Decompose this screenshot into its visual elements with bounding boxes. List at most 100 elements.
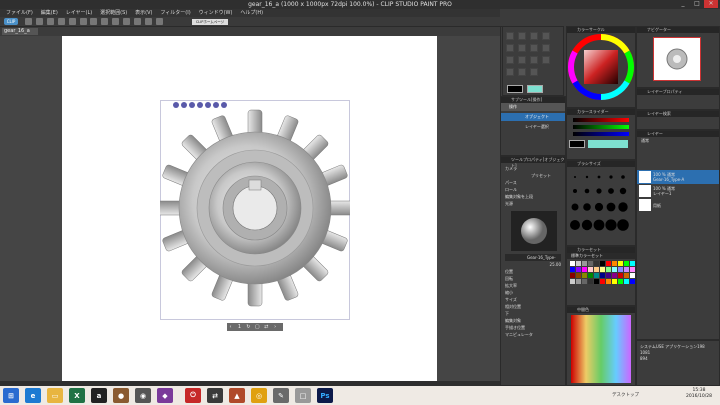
gear-model[interactable]: [156, 108, 354, 318]
clear-icon[interactable]: [79, 18, 87, 25]
color-swatch[interactable]: [582, 267, 587, 272]
layer-blend-mode[interactable]: 通常: [637, 137, 719, 144]
share-icon[interactable]: ⇄: [207, 388, 223, 403]
prev-icon[interactable]: ‹: [227, 323, 234, 331]
main-color-swatch[interactable]: [507, 85, 523, 93]
slider-sub-color[interactable]: [588, 140, 628, 148]
document-tab[interactable]: gear_16_a: [2, 28, 38, 35]
tool-b-icon[interactable]: [518, 32, 526, 40]
color-swatch[interactable]: [570, 273, 575, 278]
prop-below[interactable]: 下: [505, 310, 561, 317]
next-icon[interactable]: ›: [272, 323, 279, 331]
app4-icon[interactable]: □: [295, 388, 311, 403]
color-swatch[interactable]: [600, 273, 605, 278]
color-swatch[interactable]: [588, 261, 593, 266]
layer-row[interactable]: 100 % 通常 レイヤー1: [637, 184, 719, 198]
rotate-icon[interactable]: ↻: [245, 323, 252, 331]
menu-help[interactable]: ヘルプ(H): [240, 9, 263, 17]
tool-a-icon[interactable]: [506, 32, 514, 40]
menu-filter[interactable]: フィルター(I): [160, 9, 190, 17]
color-swatch[interactable]: [606, 273, 611, 278]
color-swatch[interactable]: [618, 261, 623, 266]
tool-m-icon[interactable]: [506, 68, 514, 76]
prop-scale[interactable]: 拡大率: [505, 282, 561, 289]
intermediate-grid[interactable]: [571, 315, 631, 383]
color-swatch[interactable]: [594, 261, 599, 266]
brush-size-grid[interactable]: [567, 167, 635, 245]
op-item-object[interactable]: オブジェクト: [501, 113, 565, 121]
clip-logo[interactable]: CLIP: [4, 18, 18, 25]
color-swatch[interactable]: [606, 267, 611, 272]
color-swatch[interactable]: [594, 273, 599, 278]
tool-o-icon[interactable]: [530, 68, 538, 76]
maximize-button[interactable]: □: [690, 0, 704, 8]
color-swatch[interactable]: [624, 273, 629, 278]
color-swatch[interactable]: [600, 267, 605, 272]
menu-file[interactable]: ファイル(F): [6, 9, 33, 17]
sub-color-swatch[interactable]: [527, 85, 543, 93]
color-swatch[interactable]: [630, 279, 635, 284]
prop-preset[interactable]: プリセット: [531, 172, 561, 179]
menu-select[interactable]: 選択範囲(S): [100, 9, 127, 17]
menu-view[interactable]: 表示(V): [135, 9, 152, 17]
tool-j-icon[interactable]: [518, 56, 526, 64]
chrome-icon[interactable]: ◎: [251, 388, 267, 403]
op-item-operation[interactable]: 操作: [501, 103, 565, 111]
ruler-icon[interactable]: [145, 18, 153, 25]
color-swatch[interactable]: [582, 279, 587, 284]
color-swatch[interactable]: [612, 279, 617, 284]
prop-edit-top[interactable]: 編集対象を上段: [505, 193, 561, 200]
color-swatch[interactable]: [624, 267, 629, 272]
prop-shrink[interactable]: 縮小: [505, 289, 561, 296]
desktop-label[interactable]: デスクトップ: [612, 392, 639, 398]
color-swatch[interactable]: [630, 261, 635, 266]
clip-homepage-button[interactable]: CLIPホームページ: [192, 19, 228, 25]
prop-position[interactable]: 位置: [505, 268, 561, 275]
transform-icon[interactable]: [90, 18, 98, 25]
tool-d-icon[interactable]: [542, 32, 550, 40]
color-swatch[interactable]: [618, 279, 623, 284]
color-swatch[interactable]: [588, 279, 593, 284]
color-swatch[interactable]: [576, 267, 581, 272]
tool-f-icon[interactable]: [518, 44, 526, 52]
prop-relative[interactable]: 相対位置: [505, 303, 561, 310]
color-swatch[interactable]: [576, 279, 581, 284]
color-swatch[interactable]: [582, 273, 587, 278]
layer-row[interactable]: 用紙: [637, 198, 719, 212]
save-icon[interactable]: [46, 18, 54, 25]
select-icon[interactable]: [101, 18, 109, 25]
photoshop-icon[interactable]: Ps: [317, 388, 333, 403]
app3-icon[interactable]: ▲: [229, 388, 245, 403]
snap-icon[interactable]: [134, 18, 142, 25]
slider-main-color[interactable]: [569, 140, 585, 148]
menu-layer[interactable]: レイヤー(L): [66, 9, 93, 17]
color-swatch[interactable]: [600, 261, 605, 266]
color-swatch[interactable]: [594, 267, 599, 272]
layer-row[interactable]: 100 % 通常 Gear-16_Type-A: [637, 170, 719, 184]
color-swatch[interactable]: [624, 261, 629, 266]
tool-n-icon[interactable]: [518, 68, 526, 76]
slider-g[interactable]: [573, 125, 629, 129]
color-swatch[interactable]: [618, 273, 623, 278]
color-swatch[interactable]: [570, 279, 575, 284]
light-checkbox[interactable]: 光源: [505, 200, 561, 207]
color-swatch[interactable]: [630, 273, 635, 278]
light-preview[interactable]: [511, 211, 557, 251]
prop-camera[interactable]: カメラ: [505, 165, 561, 172]
media-icon[interactable]: ◉: [135, 388, 151, 403]
tool-g-icon[interactable]: [530, 44, 538, 52]
color-swatch[interactable]: [606, 279, 611, 284]
menu-edit[interactable]: 編集(E): [41, 9, 58, 17]
color-swatch[interactable]: [612, 267, 617, 272]
prop-edit-target[interactable]: 編集対象: [505, 317, 561, 324]
color-swatch[interactable]: [582, 261, 587, 266]
excel-icon[interactable]: X: [69, 388, 85, 403]
amazon-icon[interactable]: a: [91, 388, 107, 403]
color-swatch[interactable]: [624, 279, 629, 284]
minimize-button[interactable]: _: [676, 0, 690, 8]
tool-k-icon[interactable]: [530, 56, 538, 64]
explorer-icon[interactable]: ▭: [47, 388, 63, 403]
tool-h-icon[interactable]: [542, 44, 550, 52]
slider-b[interactable]: [573, 132, 629, 136]
fit-icon[interactable]: ▢: [254, 323, 261, 331]
